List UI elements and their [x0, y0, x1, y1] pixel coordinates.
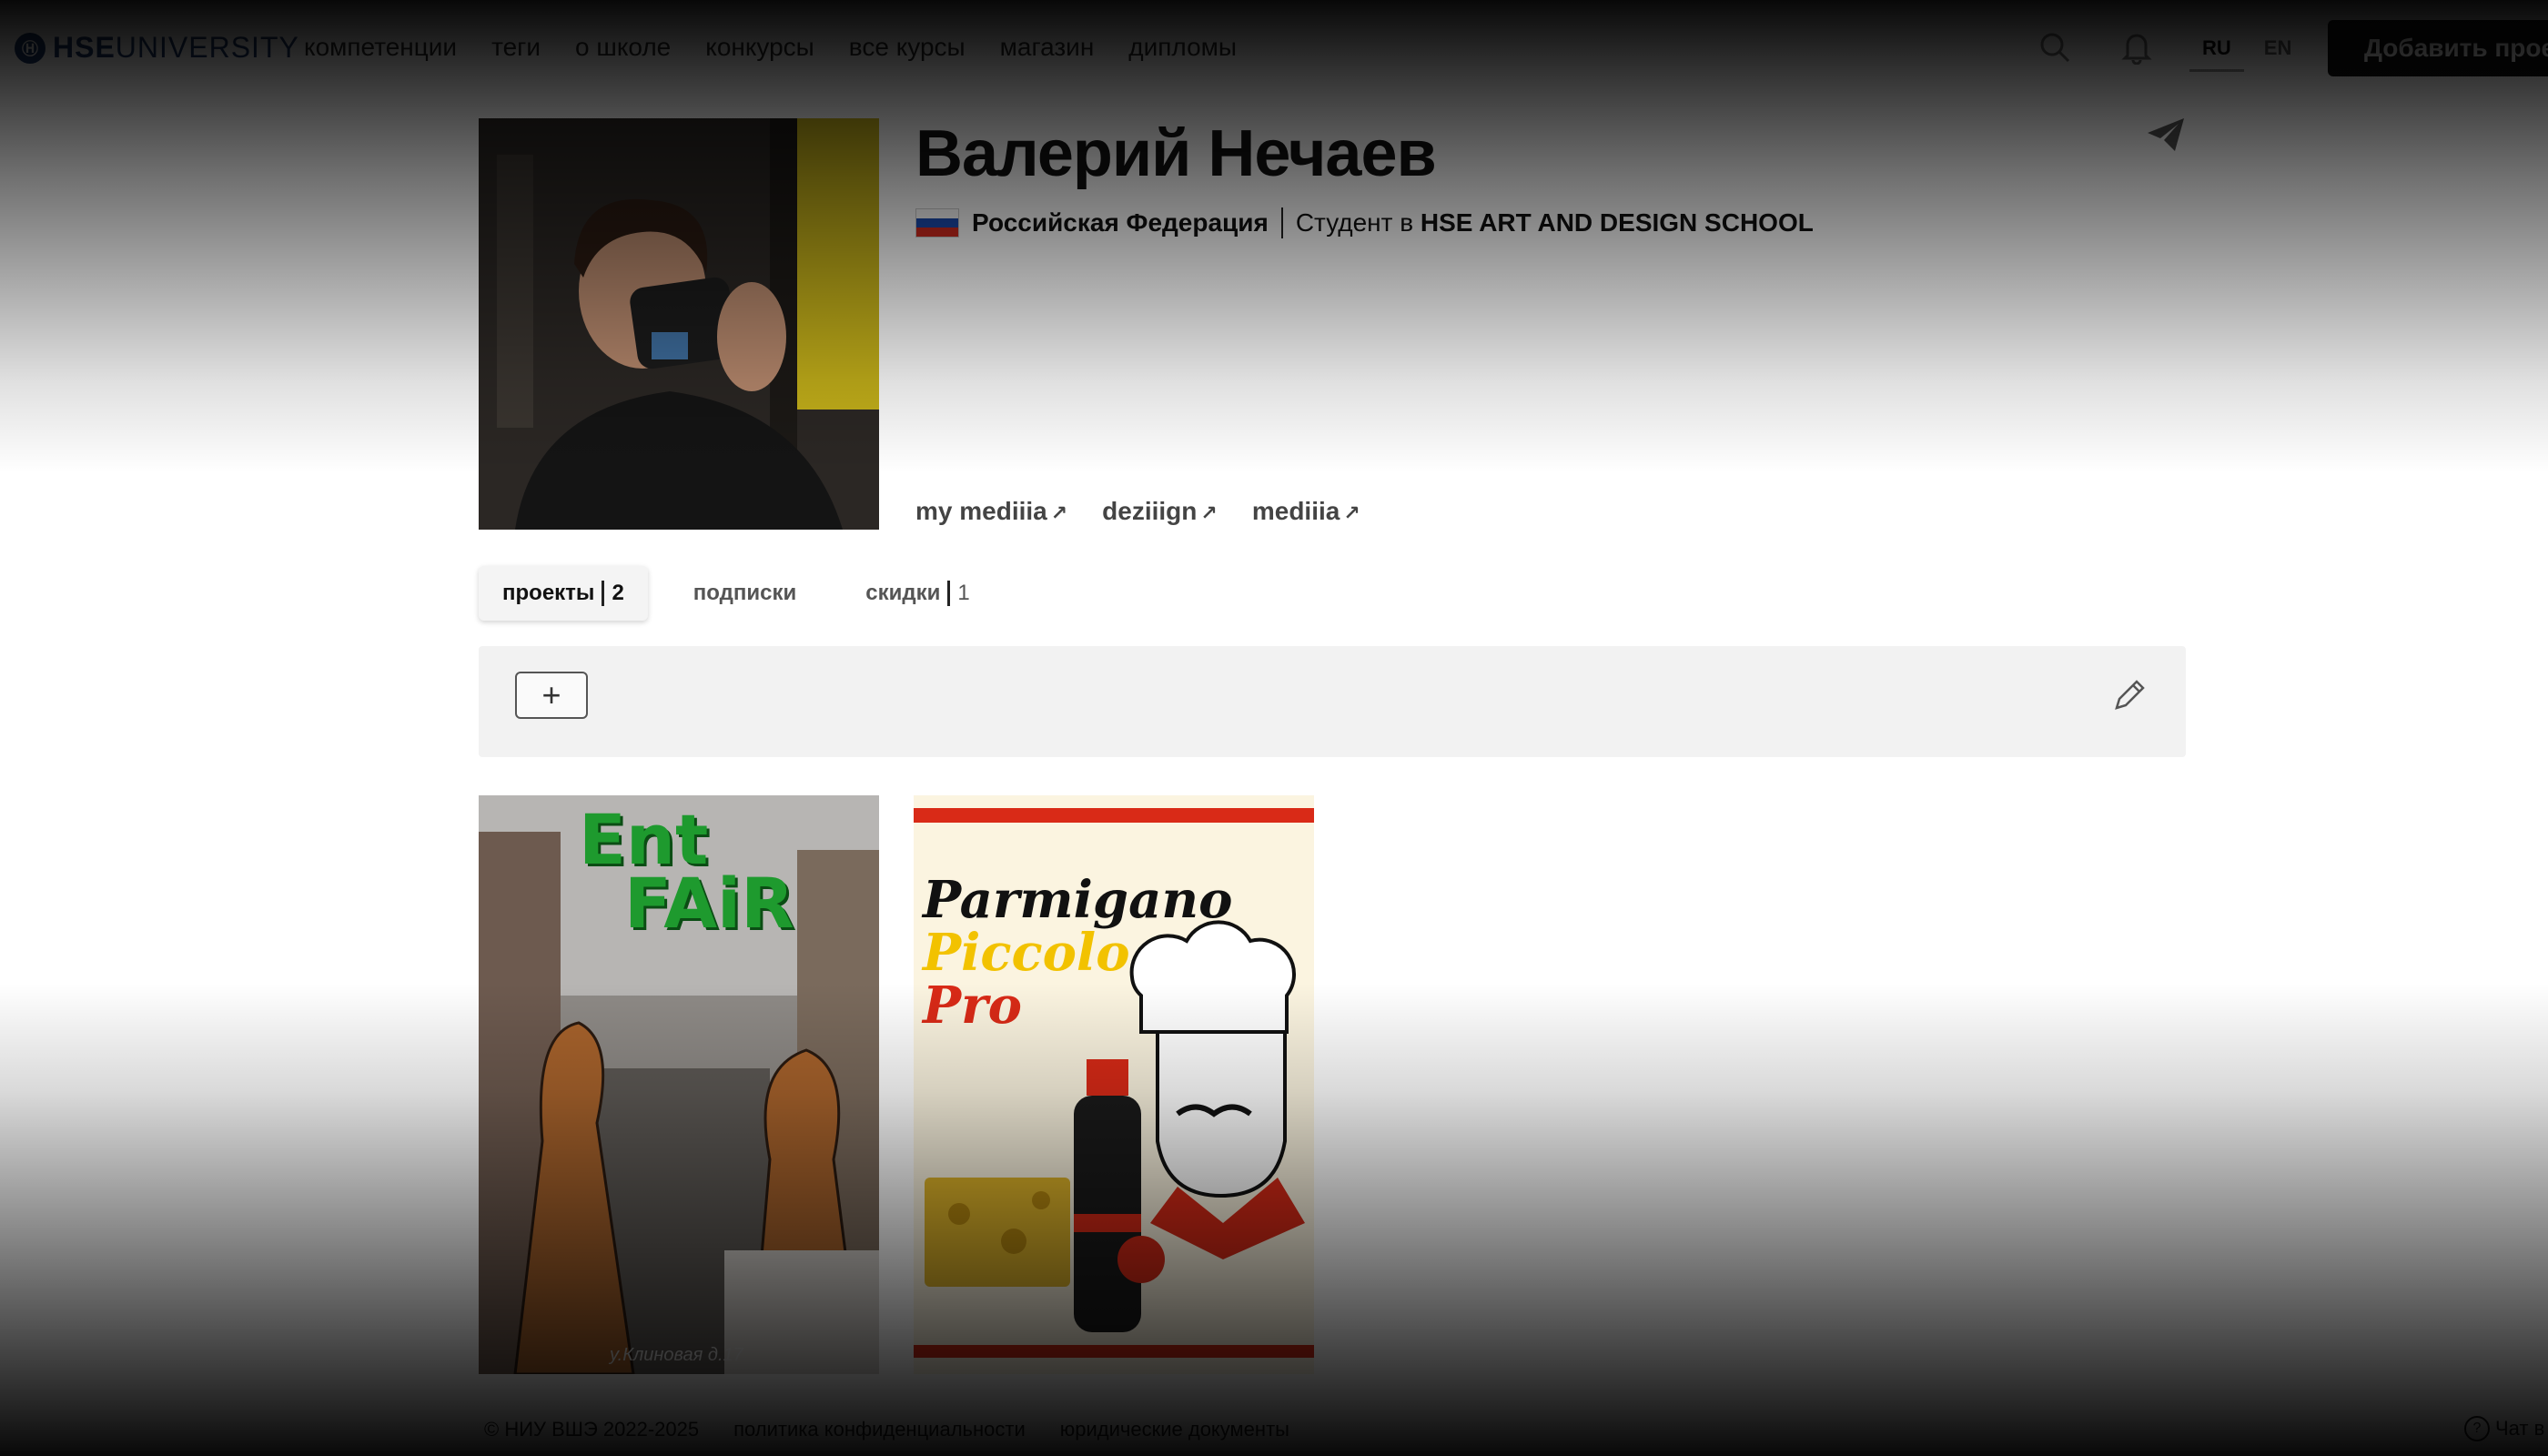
tab-count: 2	[602, 581, 624, 606]
nav-item-about[interactable]: о школе	[575, 33, 671, 62]
question-icon: ?	[2464, 1416, 2490, 1441]
nav-item-competencies[interactable]: компетенции	[304, 33, 457, 62]
footer: © НИУ ВШЭ 2022-2025 политика конфиденциа…	[484, 1418, 1289, 1441]
nav-item-tags[interactable]: теги	[491, 33, 541, 62]
lang-en[interactable]: EN	[2251, 27, 2305, 72]
divider	[1280, 207, 1283, 238]
profile-name: Валерий Нечаев	[915, 117, 1437, 190]
card1-caption: у.Клиновая д.17	[610, 1345, 743, 1365]
main-nav: компетенции теги о школе конкурсы все ку…	[304, 33, 1237, 62]
link-my-mediiia[interactable]: my mediiia ↗	[915, 497, 1067, 526]
top-header: Ⓗ HSEUNIVERSITY компетенции теги о школе…	[0, 0, 2548, 98]
external-link-icon: ↗	[1200, 501, 1218, 524]
bell-icon[interactable]	[2117, 27, 2157, 67]
add-button[interactable]: +	[515, 672, 588, 719]
tab-subscriptions[interactable]: подписки	[670, 566, 820, 621]
pencil-icon[interactable]	[2111, 677, 2148, 718]
footer-privacy-link[interactable]: политика конфиденциальности	[733, 1418, 1026, 1441]
profile-school[interactable]: HSE ART AND DESIGN SCHOOL	[1421, 208, 1814, 238]
lang-ru[interactable]: RU	[2189, 27, 2244, 72]
tab-projects[interactable]: проекты 2	[479, 566, 648, 621]
nav-item-contests[interactable]: конкурсы	[705, 33, 814, 62]
chat-button[interactable]: ? Чат в	[2464, 1416, 2544, 1441]
external-link-icon: ↗	[1343, 501, 1360, 524]
language-switcher: RU EN	[2189, 27, 2304, 72]
search-icon[interactable]	[2035, 27, 2075, 67]
card2-title: Parmigano Piccolo Pro	[923, 870, 1233, 1036]
footer-legal-link[interactable]: юридические документы	[1060, 1418, 1289, 1441]
tab-count: 1	[947, 581, 970, 606]
russia-flag-icon	[915, 208, 959, 238]
link-deziiign[interactable]: deziiign ↗	[1102, 497, 1218, 526]
profile-links: my mediiia ↗ deziiign ↗ mediiia ↗	[915, 497, 1360, 526]
project-card-ent-fair[interactable]: Ent FAiR у.Клиновая д.17	[479, 795, 879, 1374]
nav-item-shop[interactable]: магазин	[1000, 33, 1095, 62]
projects-toolbar: +	[479, 646, 2186, 757]
send-message-icon[interactable]	[2146, 116, 2186, 157]
nav-item-diplomas[interactable]: дипломы	[1128, 33, 1237, 62]
add-project-button[interactable]: Добавить прое	[2328, 20, 2548, 76]
profile-role: Студент в	[1295, 208, 1414, 237]
profile-country: Российская Федерация	[972, 208, 1269, 237]
profile-meta: Российская Федерация Студент в HSE ART A…	[915, 207, 1814, 238]
project-card-parmigano[interactable]: Parmigano Piccolo Pro	[914, 795, 1314, 1374]
nav-item-courses[interactable]: все курсы	[849, 33, 966, 62]
tab-discounts[interactable]: скидки 1	[842, 566, 993, 621]
profile-tabs: проекты 2 подписки скидки 1	[479, 566, 994, 621]
logo-text-bold: HSE	[53, 31, 116, 64]
hse-emblem-icon: Ⓗ	[15, 32, 46, 64]
logo-text-light: UNIVERSITY	[115, 31, 299, 64]
link-mediiia[interactable]: mediiia ↗	[1252, 497, 1360, 526]
hse-logo[interactable]: Ⓗ HSEUNIVERSITY	[15, 31, 299, 65]
card1-title: Ent FAiR	[579, 799, 794, 944]
avatar	[479, 118, 879, 530]
external-link-icon: ↗	[1050, 501, 1068, 524]
footer-copyright: © НИУ ВШЭ 2022-2025	[484, 1418, 700, 1441]
